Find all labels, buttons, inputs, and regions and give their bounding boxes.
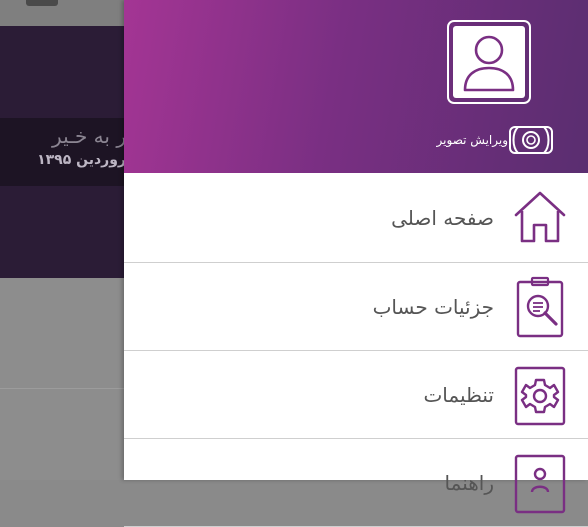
edit-photo-label: ویرایش تصویر	[436, 133, 508, 147]
menu-item-account-details[interactable]: جزئیات حساب	[124, 263, 588, 351]
menu-label-account-details: جزئیات حساب	[372, 294, 494, 319]
menu-item-settings[interactable]: تنظیمات	[124, 351, 588, 439]
menu-item-home[interactable]: صفحه اصلی	[124, 173, 588, 263]
account-details-icon	[512, 276, 568, 338]
home-icon	[512, 187, 568, 249]
menu-label-help: راهنما	[444, 470, 494, 495]
drawer-header: ویرایش تصویر	[124, 0, 588, 173]
user-silhouette-icon	[463, 35, 515, 92]
drawer-menu: صفحه اصلی جزئیات حساب تنظیمات راهنما	[124, 173, 588, 527]
navigation-drawer: ویرایش تصویر صفحه اصلی جزئیات حساب تنظیم…	[124, 0, 588, 527]
background-top-badge	[26, 0, 58, 6]
menu-item-help[interactable]: راهنما	[124, 439, 588, 527]
settings-gear-icon	[512, 364, 568, 426]
profile-avatar[interactable]	[447, 20, 531, 104]
menu-label-settings: تنظیمات	[423, 382, 494, 407]
avatar-frame	[453, 26, 525, 98]
help-icon	[512, 452, 568, 514]
edit-photo-button[interactable]: ویرایش تصویر	[429, 125, 554, 155]
camera-icon	[509, 126, 553, 154]
background-date: روردین ۱۳۹۵	[37, 152, 126, 168]
background-title: ر به خـیر	[52, 124, 126, 148]
menu-label-home: صفحه اصلی	[391, 205, 494, 230]
